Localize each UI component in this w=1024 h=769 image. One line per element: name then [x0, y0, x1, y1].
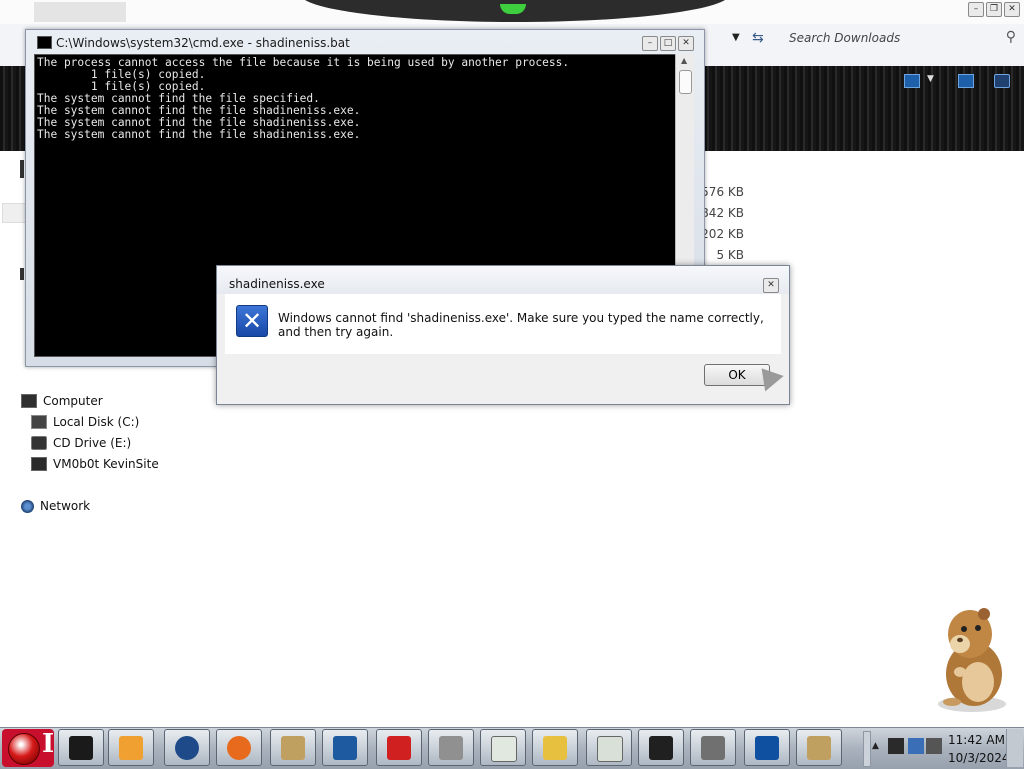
tray-separator[interactable] — [863, 731, 871, 767]
cmd-window-title: C:\Windows\system32\cmd.exe - shadinenis… — [56, 36, 350, 50]
minimize-button[interactable]: – — [968, 2, 984, 17]
media-player-icon — [119, 736, 143, 760]
hamster-box-icon — [281, 736, 305, 760]
scrollbar-thumb[interactable] — [679, 70, 692, 94]
computer-icon — [21, 394, 37, 408]
taskbar-button[interactable] — [164, 729, 210, 766]
nav-pane-fragment — [20, 160, 24, 178]
black-box-app-icon — [69, 736, 93, 760]
dialog-message: Windows cannot find 'shadineniss.exe'. M… — [278, 311, 764, 339]
taskbar-button[interactable] — [744, 729, 790, 766]
search-placeholder: Search Downloads — [789, 31, 901, 45]
taskbar-button[interactable] — [216, 729, 262, 766]
search-input[interactable]: Search Downloads ⚲ — [780, 28, 1022, 50]
taskbar-button[interactable] — [480, 729, 526, 766]
minimize-button[interactable]: – — [642, 36, 658, 51]
shapes-icon — [387, 736, 411, 760]
phone-icon — [755, 736, 779, 760]
error-dialog: shadineniss.exe ✕ ✕ Windows cannot find … — [216, 265, 790, 405]
taskbar-button[interactable] — [270, 729, 316, 766]
cmd-icon — [37, 36, 52, 49]
help-icon[interactable] — [994, 74, 1010, 88]
preview-pane-icon[interactable] — [958, 74, 974, 88]
nav-item-label: Local Disk (C:) — [53, 415, 140, 429]
search-icon[interactable]: ⚲ — [1006, 29, 1016, 45]
taskbar-button[interactable] — [322, 729, 368, 766]
taskbar-button[interactable] — [376, 729, 422, 766]
hamster-box-icon — [807, 736, 831, 760]
show-hidden-icons-icon[interactable]: ▲ — [872, 741, 879, 751]
taskbar-button[interactable] — [690, 729, 736, 766]
document-viewer-icon — [491, 736, 517, 762]
monitor-icon — [333, 736, 357, 760]
nav-pane-fragment — [2, 203, 26, 223]
nav-item-computer[interactable]: Computer — [21, 394, 103, 408]
nav-item-label: Computer — [43, 394, 103, 408]
console-output: The process cannot access the file becau… — [37, 56, 570, 141]
dark-window-icon — [649, 736, 673, 760]
close-button[interactable]: ✕ — [763, 278, 779, 293]
navigation-pane — [0, 151, 24, 727]
explorer-title-area — [34, 2, 126, 22]
taskbar-button[interactable] — [108, 729, 154, 766]
cmd-window-controls: – □ ✕ — [642, 36, 694, 51]
taskbar-button[interactable] — [428, 729, 474, 766]
windows-logo-icon[interactable] — [8, 733, 40, 765]
maximize-button[interactable]: □ — [660, 36, 676, 51]
show-desktop-button[interactable] — [1006, 729, 1023, 767]
action-center-icon[interactable] — [888, 738, 904, 754]
scroll-up-arrow-icon[interactable]: ▲ — [681, 56, 687, 65]
nav-item-local-disk[interactable]: Local Disk (C:) — [31, 415, 139, 429]
network-icon — [21, 499, 34, 513]
network-status-icon[interactable] — [908, 738, 924, 754]
close-button[interactable]: ✕ — [678, 36, 694, 51]
cd-drive-icon — [31, 436, 47, 450]
firefox-icon — [227, 736, 251, 760]
dialog-body: ✕ Windows cannot find 'shadineniss.exe'.… — [225, 294, 781, 354]
address-dropdown-icon[interactable]: ▼ — [732, 32, 740, 43]
taskbar-button[interactable] — [586, 729, 632, 766]
clock-time[interactable]: 11:42 AM — [948, 733, 1005, 747]
nav-item-label: CD Drive (E:) — [53, 436, 132, 450]
change-view-icon[interactable] — [904, 74, 920, 88]
taskbar-button[interactable] — [796, 729, 842, 766]
error-icon: ✕ — [236, 305, 268, 337]
taskbar-button[interactable] — [532, 729, 578, 766]
clock-date[interactable]: 10/3/2024 — [948, 751, 1010, 765]
dialog-title: shadineniss.exe — [229, 277, 325, 291]
hamster-mascot-icon — [938, 608, 1006, 712]
ornament-green-light — [500, 4, 526, 14]
nav-item-cd-drive[interactable]: CD Drive (E:) — [31, 436, 131, 450]
nav-pane-fragment — [20, 268, 24, 280]
taskbar-button[interactable] — [58, 729, 104, 766]
card-viewer-icon — [597, 736, 623, 762]
calculator-icon — [543, 736, 567, 760]
network-drive-icon — [31, 457, 47, 471]
explorer-window-controls: – ❐ ✕ — [968, 2, 1020, 17]
nav-item-network-drive[interactable]: VM0b0t KevinSite — [31, 457, 159, 471]
refresh-icon[interactable]: ⇆ — [752, 30, 764, 46]
settings-window-icon — [701, 736, 725, 760]
printer-icon — [439, 736, 463, 760]
volume-icon[interactable] — [926, 738, 942, 754]
globe-icon — [175, 736, 199, 760]
taskbar-button[interactable] — [638, 729, 684, 766]
start-letter: I — [42, 729, 55, 759]
nav-item-network[interactable]: Network — [21, 499, 90, 513]
hard-disk-icon — [31, 415, 47, 429]
view-options-dropdown-icon[interactable]: ▼ — [927, 74, 934, 84]
nav-item-label: VM0b0t KevinSite — [53, 457, 159, 471]
restore-button[interactable]: ❐ — [986, 2, 1002, 17]
nav-item-label: Network — [40, 499, 91, 513]
close-button[interactable]: ✕ — [1004, 2, 1020, 17]
